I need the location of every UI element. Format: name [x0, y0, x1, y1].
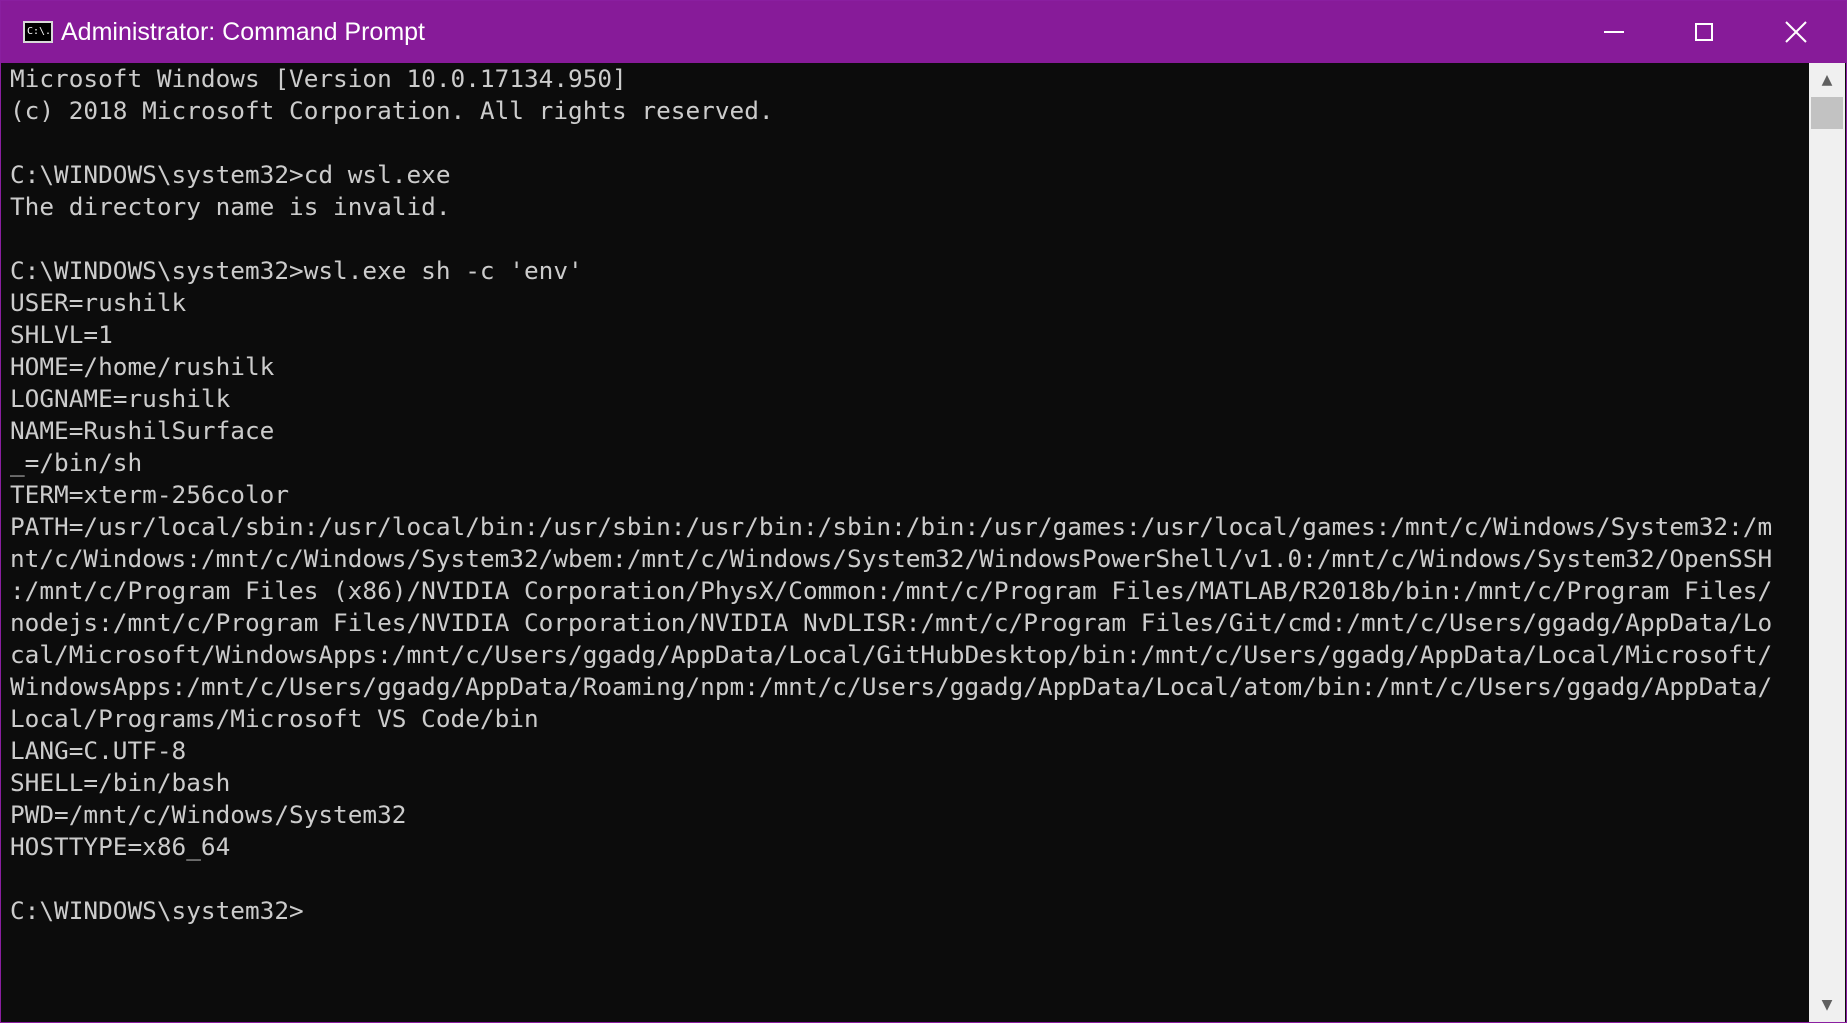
command-prompt-app-icon[interactable]: C:\. [23, 21, 53, 43]
console-line: TERM=xterm-256color [10, 480, 290, 509]
console-text: Microsoft Windows [Version 10.0.17134.95… [10, 63, 1772, 927]
command-prompt-window: C:\. Administrator: Command Prompt Micro… [0, 0, 1847, 1023]
console-line: HOME=/home/rushilk [10, 352, 275, 381]
window-title: Administrator: Command Prompt [61, 18, 426, 46]
console-line: HOSTTYPE=x86_64 [10, 832, 231, 861]
minimize-icon [1604, 31, 1624, 33]
title-bar[interactable]: C:\. Administrator: Command Prompt [1, 1, 1846, 63]
console-line: LANG=C.UTF-8 [10, 736, 187, 765]
scroll-thumb[interactable] [1811, 97, 1843, 129]
console-line: Local/Programs/Microsoft VS Code/bin [10, 704, 539, 733]
console-line: :/mnt/c/Program Files (x86)/NVIDIA Corpo… [10, 576, 1773, 605]
console-output-area[interactable]: Microsoft Windows [Version 10.0.17134.95… [1, 63, 1809, 1022]
vertical-scrollbar[interactable]: ▲ ▼ [1809, 63, 1845, 1022]
console-line: SHELL=/bin/bash [10, 768, 231, 797]
console-line: nodejs:/mnt/c/Program Files/NVIDIA Corpo… [10, 608, 1773, 637]
console-line: nt/c/Windows:/mnt/c/Windows/System32/wbe… [10, 544, 1773, 573]
console-line: LOGNAME=rushilk [10, 384, 231, 413]
maximize-button[interactable] [1659, 1, 1749, 63]
scroll-up-arrow-icon[interactable]: ▲ [1809, 63, 1845, 97]
scroll-down-arrow-icon[interactable]: ▼ [1809, 988, 1845, 1022]
console-line: C:\WINDOWS\system32> [10, 896, 304, 925]
console-line: NAME=RushilSurface [10, 416, 275, 445]
console-line: Microsoft Windows [Version 10.0.17134.95… [10, 64, 627, 93]
console-line: The directory name is invalid. [10, 192, 451, 221]
console-line: WindowsApps:/mnt/c/Users/ggadg/AppData/R… [10, 672, 1773, 701]
console-line: SHLVL=1 [10, 320, 113, 349]
close-button[interactable] [1751, 1, 1841, 63]
console-line: C:\WINDOWS\system32>cd wsl.exe [10, 160, 451, 189]
console-line: cal/Microsoft/WindowsApps:/mnt/c/Users/g… [10, 640, 1773, 669]
console-line: C:\WINDOWS\system32>wsl.exe sh -c 'env' [10, 256, 583, 285]
minimize-button[interactable] [1569, 1, 1659, 63]
console-line: (c) 2018 Microsoft Corporation. All righ… [10, 96, 774, 125]
close-icon [1785, 21, 1807, 43]
console-line: USER=rushilk [10, 288, 187, 317]
console-line: PWD=/mnt/c/Windows/System32 [10, 800, 407, 829]
console-line: _=/bin/sh [10, 448, 143, 477]
maximize-icon [1695, 23, 1713, 41]
console-line: PATH=/usr/local/sbin:/usr/local/bin:/usr… [10, 512, 1773, 541]
